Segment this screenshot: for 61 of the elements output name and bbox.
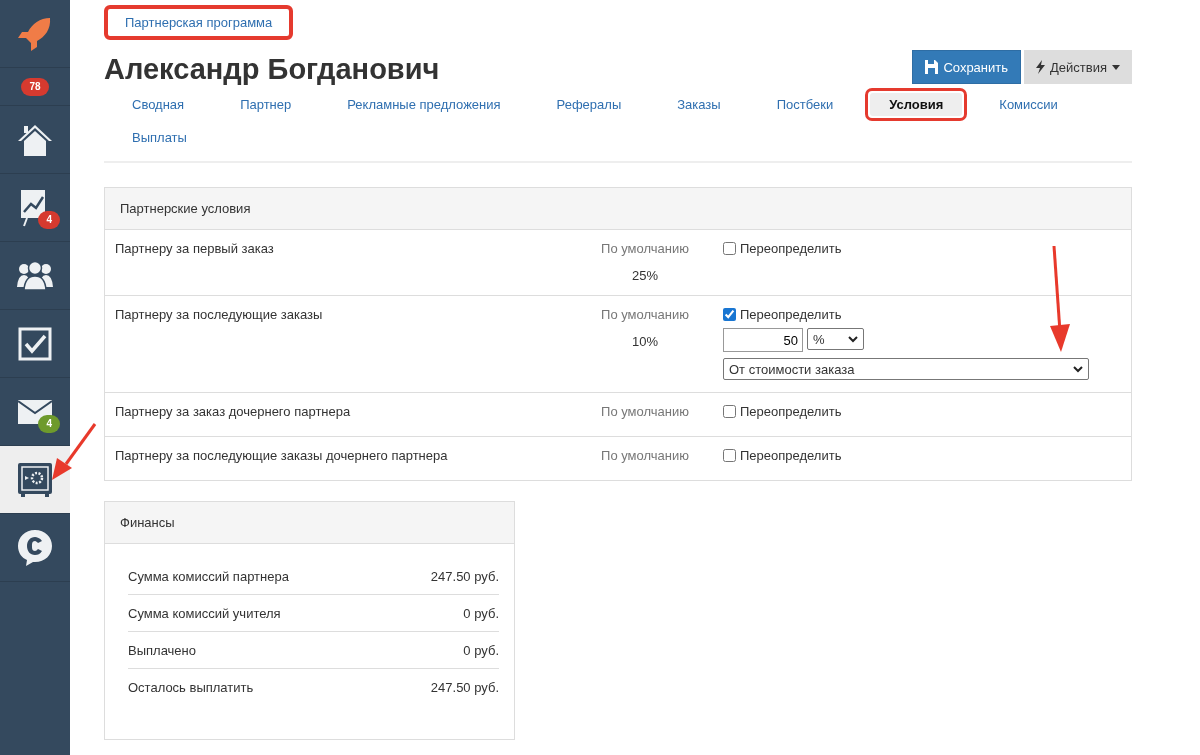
panel-title: Партнерские условия [120, 201, 251, 216]
basis-select[interactable]: От стоимости заказа [723, 358, 1089, 380]
override-label: Переопределить [740, 307, 842, 322]
amount-field[interactable]: 50 [723, 328, 803, 352]
count-badge: 4 [38, 211, 60, 229]
default-value: 25% [632, 268, 658, 283]
chevron-down-icon [848, 335, 858, 343]
finance-value: 0 руб. [463, 606, 499, 621]
condition-label: Партнеру за последующие заказы дочернего партнера [115, 448, 449, 465]
tab[interactable]: Рефералы [537, 93, 641, 116]
count-badge: 4 [38, 415, 60, 433]
finance-value: 0 руб. [463, 643, 499, 658]
default-value: 10% [632, 334, 658, 349]
override-label: Переопределить [740, 404, 842, 419]
sidebar-item[interactable] [0, 446, 70, 514]
finance-value: 247.50 руб. [430, 680, 499, 695]
finance-label: Сумма комиссий учителя [128, 606, 281, 621]
override-checkbox[interactable] [723, 405, 736, 418]
checkbox-icon [18, 326, 52, 361]
sidebar-item[interactable]: 4 [0, 174, 70, 242]
page-title: Александр Богданович [104, 53, 440, 86]
condition-label: Партнеру за последующие заказы [115, 307, 324, 324]
people-icon [16, 260, 54, 291]
save-button[interactable]: Сохранить [912, 50, 1022, 84]
tab[interactable]: Условия [870, 93, 963, 116]
tab[interactable]: Комиссии [980, 93, 1077, 116]
chevron-down-icon [1073, 365, 1083, 373]
lightning-icon [1036, 60, 1046, 74]
tab[interactable]: Выплаты [113, 126, 206, 149]
tab[interactable]: Партнер [221, 93, 311, 116]
default-label: По умолчанию [601, 448, 689, 463]
override-label: Переопределить [740, 241, 842, 256]
condition-label: Партнеру за заказ дочернего партнера [115, 404, 352, 421]
caret-icon [1112, 64, 1120, 70]
override-checkbox[interactable] [723, 308, 736, 321]
override-label: Переопределить [740, 448, 842, 463]
home-icon [16, 122, 54, 157]
override-checkbox[interactable] [723, 242, 736, 255]
finance-label: Выплачено [128, 643, 196, 658]
override-checkbox[interactable] [723, 449, 736, 462]
finance-label: Осталось выплатить [128, 680, 254, 695]
safe-icon [17, 461, 53, 498]
condition-label: Партнеру за первый заказ [115, 241, 275, 258]
default-label: По умолчанию [601, 241, 689, 256]
default-label: По умолчанию [601, 404, 689, 419]
finance-label: Сумма комиссий партнера [128, 569, 289, 584]
tab[interactable]: Сводная [113, 93, 204, 116]
tab[interactable]: Рекламные предложения [328, 93, 520, 116]
actions-button[interactable]: Действия [1024, 50, 1132, 84]
panel-title: Финансы [120, 515, 175, 530]
default-label: По умолчанию [601, 307, 689, 322]
chat-icon [17, 528, 53, 567]
tab[interactable]: Заказы [658, 93, 740, 116]
finance-value: 247.50 руб. [430, 569, 499, 584]
sidebar-item[interactable]: 78 [0, 68, 70, 106]
annotation-arrow [50, 422, 98, 482]
unit-select[interactable]: % [807, 328, 864, 350]
count-badge: 78 [21, 77, 49, 96]
breadcrumb-link[interactable]: Партнерская программа [125, 15, 273, 30]
sidebar-item[interactable]: 4 [0, 378, 70, 446]
tab[interactable]: Постбеки [757, 93, 853, 116]
